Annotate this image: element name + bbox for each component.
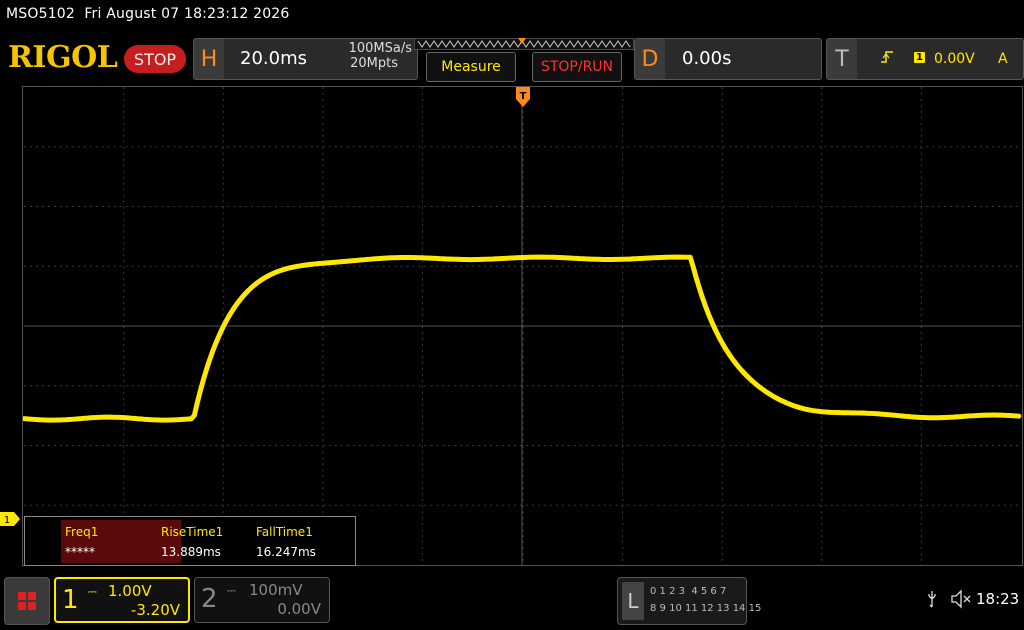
main-menu-button[interactable]	[4, 577, 50, 625]
trigger-label: T	[827, 39, 857, 79]
timebase-value: 20.0ms	[240, 48, 307, 69]
measurement-panel[interactable]: Freq1 ***** RiseTime1 13.889ms FallTime1…	[24, 516, 356, 566]
svg-text:T: T	[520, 91, 527, 102]
waveform-overview-bar[interactable]	[414, 38, 634, 50]
channel2-scale: 100mV	[249, 581, 303, 599]
delay-value: 0.00s	[682, 48, 732, 69]
horizontal-label: H	[194, 39, 224, 79]
stop-run-button[interactable]: STOP/RUN	[532, 52, 622, 82]
channel1-waveform	[23, 254, 1022, 423]
usb-icon	[926, 590, 938, 612]
rising-edge-icon	[880, 50, 894, 68]
clock: 18:23	[976, 590, 1020, 608]
measurement-value: *****	[65, 545, 95, 559]
speaker-muted-icon[interactable]	[950, 589, 972, 613]
dc-coupling-icon: ⎓	[88, 585, 97, 598]
center-axes	[24, 87, 1021, 565]
measurement-name: RiseTime1	[161, 525, 224, 539]
channel2-number: 2	[201, 584, 218, 614]
measure-button[interactable]: Measure	[426, 52, 516, 82]
channel1-offset-marker[interactable]: 1	[0, 512, 20, 526]
channel1-panel[interactable]: 1 ⎓ 1.00V -3.20V	[54, 577, 190, 623]
trigger-position-marker[interactable]: T	[516, 87, 530, 109]
channel1-scale: 1.00V	[108, 582, 152, 600]
memory-depth-value: 20Mpts	[350, 56, 398, 71]
trigger-source-badge: 1	[914, 52, 925, 63]
device-status-line: MSO5102 Fri August 07 18:23:12 2026	[6, 6, 290, 22]
channel2-panel[interactable]: 2 ⎓ 100mV 0.00V	[194, 577, 330, 623]
grid-menu-icon	[18, 592, 36, 610]
measurement-value: 13.889ms	[161, 545, 221, 559]
brand-logo: RIGOL	[8, 40, 118, 75]
date-time: Fri August 07 18:23:12 2026	[84, 6, 290, 22]
waveform-display[interactable]	[22, 86, 1023, 566]
measurement-value: 16.247ms	[256, 545, 316, 559]
channel2-offset: 0.00V	[277, 600, 321, 618]
trigger-mode-value: A	[998, 51, 1008, 67]
sample-rate-value: 100MSa/s	[348, 41, 412, 56]
channel1-offset: -3.20V	[130, 601, 180, 619]
dc-coupling-icon: ⎓	[227, 584, 236, 597]
logic-analyzer-panel[interactable]: L 0 1 2 3 4 5 6 7 8 9 10 11 12 13 14 15	[617, 577, 761, 625]
logic-channels-row2: 8 9 10 11 12 13 14 15	[650, 603, 762, 614]
ch1-marker-label: 1	[4, 515, 10, 526]
logic-label: L	[622, 582, 644, 620]
delay-label: D	[635, 39, 665, 79]
channel1-number: 1	[62, 585, 79, 615]
measurement-name: Freq1	[65, 525, 99, 539]
trigger-level-value: 0.00V	[934, 51, 975, 67]
logic-channels-row1: 0 1 2 3 4 5 6 7	[650, 586, 727, 597]
measurement-name: FallTime1	[256, 525, 313, 539]
model-name: MSO5102	[6, 6, 76, 22]
run-state-badge[interactable]: STOP	[124, 45, 186, 73]
